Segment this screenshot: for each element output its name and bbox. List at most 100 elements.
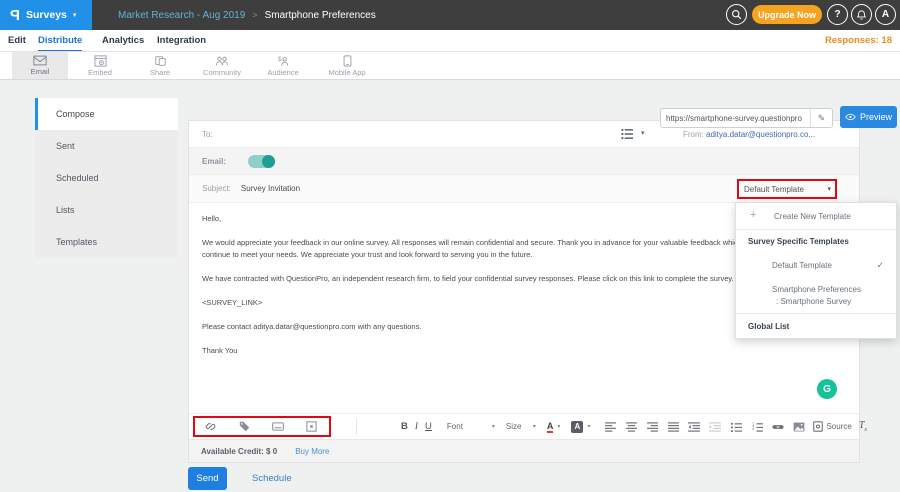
tab-audience-label: Audience <box>267 68 298 77</box>
menu-section-survey-specific: Survey Specific Templates <box>736 230 896 253</box>
source-button[interactable]: Source <box>813 421 851 432</box>
question-mark-icon: ? <box>834 9 840 20</box>
notifications-button[interactable] <box>851 4 872 25</box>
insert-footer-icon[interactable] <box>305 419 319 435</box>
menu-item-default-template[interactable]: Default Template ✓ <box>736 253 896 278</box>
size-dropdown[interactable]: Size ▾ <box>504 422 538 431</box>
available-credit-label: Available Credit: $ 0 <box>201 447 277 456</box>
sidebar-item-scheduled[interactable]: Scheduled <box>35 162 178 194</box>
nav-item-integration[interactable]: Integration <box>157 30 206 51</box>
decrease-indent-icon[interactable] <box>687 419 701 435</box>
help-button[interactable]: ? <box>827 4 848 25</box>
tab-share[interactable]: Share <box>132 52 188 79</box>
email-body-paragraph: Thank You <box>202 345 846 357</box>
credit-row: Available Credit: $ 0 Buy More <box>189 440 859 462</box>
italic-button[interactable]: I <box>415 422 418 432</box>
share-pages-icon <box>154 55 167 67</box>
subject-label: Subject: <box>202 184 231 193</box>
remove-format-x: x <box>864 427 867 433</box>
text-color-button[interactable]: A ▾ <box>545 421 563 433</box>
tab-community[interactable]: Community <box>194 52 250 79</box>
nav-item-edit[interactable]: Edit <box>8 30 26 51</box>
envelope-icon <box>33 55 47 66</box>
insert-image-icon[interactable] <box>792 419 806 435</box>
top-header: P Surveys ▾ Market Research - Aug 2019 >… <box>0 0 900 30</box>
search-button[interactable] <box>726 4 747 25</box>
survey-url-input[interactable] <box>661 114 810 123</box>
to-label: To: <box>202 130 213 139</box>
font-dropdown[interactable]: Font ▾ <box>445 422 497 431</box>
numbered-list-icon[interactable]: 12 <box>750 419 764 435</box>
check-icon: ✓ <box>876 260 884 271</box>
schedule-link[interactable]: Schedule <box>252 473 292 484</box>
sidebar-item-compose[interactable]: Compose <box>35 98 178 130</box>
insert-survey-link-icon[interactable] <box>204 419 218 435</box>
menu-item-smartphone-preferences[interactable]: Smartphone Preferences : Smartphone Surv… <box>736 278 896 314</box>
remove-format-button[interactable]: Tx <box>859 420 867 433</box>
smartphone-template-line1: Smartphone Preferences <box>772 284 861 296</box>
underline-button[interactable]: U <box>425 421 432 432</box>
tab-embed[interactable]: Embed <box>72 52 128 79</box>
community-people-icon <box>215 55 229 67</box>
distribute-channel-bar: Email Embed Share Community $ Audience <box>0 52 900 80</box>
tab-email[interactable]: Email <box>12 52 68 79</box>
align-center-icon[interactable] <box>624 419 638 435</box>
chevron-down-icon: ▾ <box>73 11 77 19</box>
font-caret-icon: ▾ <box>492 423 495 430</box>
bulleted-list-icon[interactable] <box>729 419 743 435</box>
insert-tag-icon[interactable] <box>238 419 252 435</box>
background-color-caret-icon: ▾ <box>587 423 590 430</box>
tab-mobile-app[interactable]: Mobile App <box>317 52 377 79</box>
formatting-tools: B I U Font ▾ Size ▾ A ▾ A ▾ <box>401 414 867 439</box>
align-right-icon[interactable] <box>645 419 659 435</box>
increase-indent-icon[interactable] <box>708 419 722 435</box>
justify-icon[interactable] <box>666 419 680 435</box>
responses-count[interactable]: Responses: 18 <box>825 30 892 51</box>
sidebar-item-lists[interactable]: Lists <box>35 194 178 226</box>
tab-audience[interactable]: $ Audience <box>255 52 311 79</box>
font-dropdown-label: Font <box>447 422 463 431</box>
breadcrumb-separator: > <box>252 10 257 20</box>
avatar-letter: A <box>882 9 889 20</box>
edit-url-button[interactable]: ✎ <box>810 109 832 127</box>
recipient-list-caret[interactable]: ▾ <box>641 129 645 137</box>
template-select-value: Default Template <box>739 185 827 194</box>
toggle-knob <box>262 155 275 168</box>
recipient-list-icon[interactable] <box>621 128 634 140</box>
insert-embedded-data-icon[interactable] <box>271 419 285 435</box>
grammarly-badge[interactable]: G <box>817 379 837 399</box>
questionpro-logo: P <box>10 7 20 24</box>
upgrade-now-button[interactable]: Upgrade Now <box>752 5 822 24</box>
background-color-button[interactable]: A ▾ <box>569 421 592 433</box>
surveys-product-menu[interactable]: P Surveys ▾ <box>0 0 92 30</box>
send-button[interactable]: Send <box>188 467 227 490</box>
preview-button[interactable]: Preview <box>840 106 897 128</box>
editor-toolbar: B I U Font ▾ Size ▾ A ▾ A ▾ <box>189 414 859 440</box>
sidebar-item-sent[interactable]: Sent <box>35 130 178 162</box>
from-email-link[interactable]: aditya.datar@questionpro.co... <box>706 130 815 139</box>
svg-text:$: $ <box>278 56 282 63</box>
smartphone-template-line2: : Smartphone Survey <box>776 296 851 308</box>
subject-input[interactable]: Survey Invitation <box>241 184 300 193</box>
menu-item-create-new-template[interactable]: + Create New Template <box>736 203 896 230</box>
text-color-a: A <box>547 421 554 433</box>
link-icon[interactable] <box>771 419 785 435</box>
nav-item-analytics[interactable]: Analytics <box>102 30 144 51</box>
tab-community-label: Community <box>203 68 241 77</box>
template-select[interactable]: Default Template ▾ <box>737 179 837 199</box>
bold-button[interactable]: B <box>401 421 408 432</box>
account-avatar[interactable]: A <box>875 4 896 25</box>
preview-label: Preview <box>860 112 892 122</box>
svg-text:2: 2 <box>752 425 755 430</box>
align-left-icon[interactable] <box>603 419 617 435</box>
buy-more-link[interactable]: Buy More <box>295 447 329 456</box>
menu-section-global-list[interactable]: Global List <box>736 314 896 338</box>
breadcrumb-parent-link[interactable]: Market Research - Aug 2019 <box>118 10 245 21</box>
toolbar-divider <box>356 419 357 435</box>
text-color-caret-icon: ▾ <box>557 423 560 430</box>
nav-item-distribute[interactable]: Distribute <box>38 30 82 51</box>
sidebar-item-templates[interactable]: Templates <box>35 226 178 258</box>
subject-row: Subject: Survey Invitation Default Templ… <box>189 175 859 203</box>
search-icon <box>731 9 742 20</box>
email-toggle[interactable] <box>248 155 275 168</box>
